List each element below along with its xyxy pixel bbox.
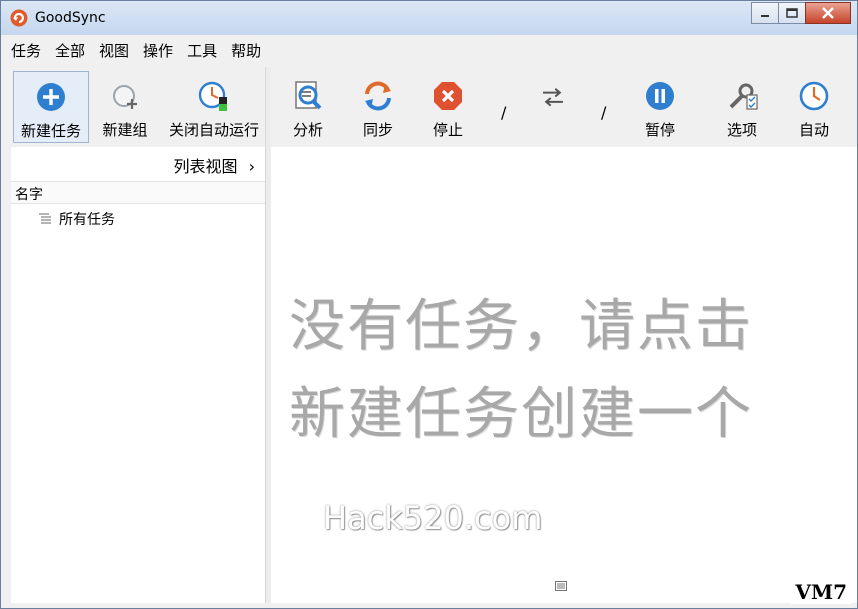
maximize-icon	[786, 8, 798, 18]
menu-jobs[interactable]: 任务	[1, 40, 49, 61]
resize-grip-icon[interactable]	[555, 581, 567, 591]
new-group-label: 新建组	[102, 121, 148, 139]
auto-off-button[interactable]: 关闭自动运行	[163, 71, 265, 141]
auto-label: 自动	[798, 121, 829, 139]
pause-button[interactable]: 暂停	[635, 71, 685, 141]
minimize-button[interactable]	[751, 2, 779, 24]
new-job-label: 新建任务	[20, 122, 81, 140]
options-button[interactable]: 选项	[717, 71, 767, 141]
stop-octagon-icon	[434, 82, 462, 110]
job-detail-panel: 没有任务，请点击 新建任务创建一个 Hack520.com	[271, 147, 857, 603]
clock-toggle-icon	[198, 81, 227, 111]
goodsync-logo-icon	[10, 9, 28, 27]
analyze-button[interactable]: 分析	[283, 71, 333, 141]
list-lines-icon	[39, 213, 51, 224]
tree-item-label: 所有任务	[59, 212, 115, 228]
close-icon	[822, 7, 834, 19]
chevron-right-icon: ›	[248, 157, 255, 176]
analyze-magnifier-icon	[295, 81, 322, 110]
auto-off-label: 关闭自动运行	[168, 121, 259, 139]
list-view-label: 列表视图	[173, 157, 238, 176]
plus-circle-icon	[37, 83, 65, 111]
empty-state-line-2: 新建任务创建一个	[289, 382, 753, 447]
close-button[interactable]	[805, 2, 851, 24]
name-column-header[interactable]: 名字	[11, 181, 265, 204]
menu-actions[interactable]: 操作	[133, 40, 181, 61]
empty-state-line-1: 没有任务，请点击	[289, 294, 753, 359]
vm-badge: VM7	[791, 580, 851, 604]
left-direction-slash: /	[501, 103, 507, 122]
stop-label: 停止	[432, 121, 463, 139]
wrench-checklist-icon	[729, 83, 758, 110]
pause-circle-icon	[646, 82, 674, 110]
new-group-button[interactable]: 新建组	[97, 71, 153, 141]
pause-label: 暂停	[644, 121, 675, 139]
stop-button[interactable]: 停止	[423, 71, 473, 141]
menu-all[interactable]: 全部	[45, 40, 93, 61]
direction-button[interactable]	[533, 71, 573, 141]
empty-state-message: 没有任务，请点击 新建任务创建一个	[289, 283, 849, 459]
right-toolbar: 分析 同步 停止 / / 暂停 选项 自动	[271, 67, 857, 145]
menu-view[interactable]: 视图	[89, 40, 137, 61]
tree-item-all-jobs[interactable]: 所有任务	[37, 209, 115, 229]
auto-clock-icon	[799, 81, 829, 111]
maximize-button[interactable]	[778, 2, 806, 24]
name-column-label: 名字	[15, 187, 43, 203]
title-bar: GoodSync	[1, 1, 857, 35]
left-toolbar: 新建任务 新建组 关闭自动运行	[11, 67, 265, 145]
job-list-panel: 列表视图 › 名字 所有任务	[11, 147, 266, 603]
watermark-text: Hack520.com	[323, 499, 543, 537]
list-view-toggle[interactable]: 列表视图 ›	[173, 153, 255, 177]
analyze-label: 分析	[292, 121, 323, 139]
menu-bar: 任务 全部 视图 操作 工具 帮助	[1, 36, 857, 64]
new-group-icon	[113, 85, 137, 109]
swap-arrows-icon	[543, 88, 563, 107]
sync-button[interactable]: 同步	[353, 71, 403, 141]
menu-tools[interactable]: 工具	[177, 40, 225, 61]
options-label: 选项	[726, 121, 757, 139]
sync-label: 同步	[362, 121, 393, 139]
minimize-icon	[761, 15, 769, 17]
auto-button[interactable]: 自动	[789, 71, 839, 141]
menu-help[interactable]: 帮助	[221, 40, 269, 61]
window-title: GoodSync	[35, 10, 106, 26]
right-direction-slash: /	[601, 103, 607, 122]
new-job-button[interactable]: 新建任务	[13, 71, 89, 143]
sync-arrows-icon	[365, 81, 391, 111]
app-window: GoodSync 任务 全部 视图 操作 工具 帮助 新建任务 新建组 关闭自动…	[0, 0, 858, 609]
